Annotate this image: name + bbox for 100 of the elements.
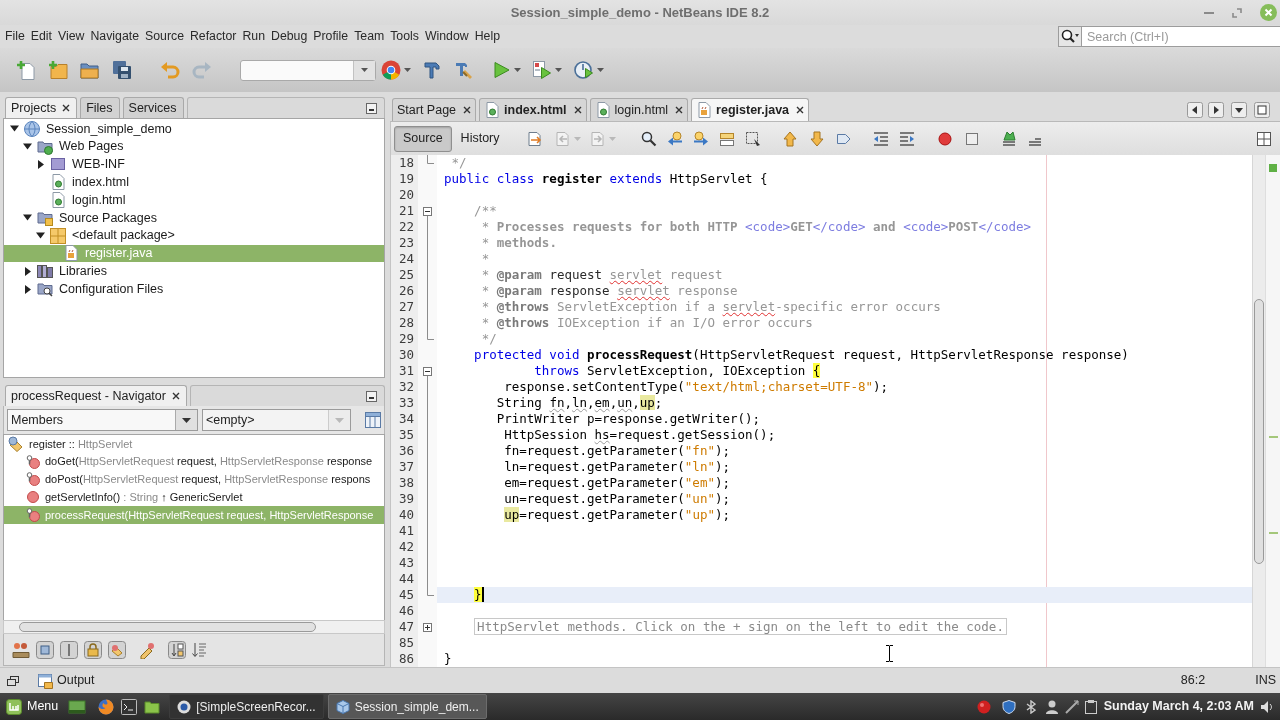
comment-icon[interactable] xyxy=(1000,130,1017,147)
caret-down-icon[interactable] xyxy=(22,142,32,152)
tree-item[interactable]: WEB-INF xyxy=(4,155,384,174)
tree-item[interactable]: Configuration Files xyxy=(4,280,384,298)
search-icon[interactable] xyxy=(1058,26,1082,47)
navigator-item[interactable]: getServletInfo() : String ↑ GenericServlet xyxy=(4,488,384,507)
indent-icon[interactable] xyxy=(898,130,915,147)
view-tab[interactable]: History xyxy=(451,125,509,152)
down-arrow-icon[interactable] xyxy=(808,130,825,147)
people-icon[interactable] xyxy=(12,640,30,659)
panel-tab[interactable]: Projects xyxy=(5,97,78,118)
volume-icon[interactable] xyxy=(1260,699,1274,714)
web-browser-icon[interactable] xyxy=(98,698,115,715)
tab-list-icon[interactable] xyxy=(1231,101,1247,118)
fold-minus-icon[interactable] xyxy=(423,206,432,216)
terminal-icon[interactable] xyxy=(121,698,138,715)
output-button[interactable]: Output xyxy=(33,669,99,692)
document-arrow-icon[interactable] xyxy=(526,130,543,147)
taskbar-button[interactable]: [SimpleScreenRecor... xyxy=(169,694,324,719)
menu-item[interactable]: Profile xyxy=(310,27,352,46)
find-previous-icon[interactable] xyxy=(666,130,683,147)
outdent-icon[interactable] xyxy=(872,130,889,147)
start-menu-button[interactable]: Menu xyxy=(0,693,67,720)
menu-item[interactable]: Edit xyxy=(27,27,56,46)
open-folder-icon[interactable] xyxy=(80,60,100,80)
document-play-icon[interactable] xyxy=(532,60,552,80)
lock-toggle-icon[interactable] xyxy=(84,640,102,659)
close-icon[interactable] xyxy=(171,392,180,400)
restore-window-icon[interactable] xyxy=(7,675,19,686)
menu-item[interactable]: Tools xyxy=(387,27,422,46)
editor-tab[interactable]: index.html xyxy=(479,98,587,121)
cable-icon[interactable] xyxy=(1064,699,1079,714)
menu-item[interactable]: File xyxy=(2,27,28,46)
layout-toggle-icon[interactable] xyxy=(365,412,381,428)
find-next-icon[interactable] xyxy=(692,130,709,147)
hammer-brush-icon[interactable] xyxy=(454,60,474,80)
fold-minus-icon[interactable] xyxy=(423,366,432,376)
tree-item[interactable]: <default package> xyxy=(4,226,384,245)
minimize-icon[interactable] xyxy=(366,102,377,114)
gauge-play-icon[interactable] xyxy=(574,60,594,80)
menu-item[interactable]: Run xyxy=(239,27,269,46)
highlight-lines-icon[interactable] xyxy=(718,130,735,147)
caret-down-icon[interactable] xyxy=(181,417,191,423)
sort-toggle-icon[interactable] xyxy=(168,640,186,659)
save-all-icon[interactable] xyxy=(112,60,132,80)
scroll-right-icon[interactable] xyxy=(1208,101,1224,118)
tree-item[interactable]: Session_simple_demo xyxy=(4,120,384,138)
record-icon[interactable] xyxy=(936,130,953,147)
shield-icon[interactable] xyxy=(1001,699,1016,714)
caret-right-icon[interactable] xyxy=(22,284,32,294)
caret-right-icon[interactable] xyxy=(22,266,32,276)
class-toggle-icon[interactable] xyxy=(108,640,126,659)
view-tab[interactable]: Source xyxy=(394,125,452,152)
up-arrow-icon[interactable] xyxy=(781,130,798,147)
menu-item[interactable]: View xyxy=(55,27,88,46)
close-icon[interactable] xyxy=(796,106,805,114)
hammer-icon[interactable] xyxy=(422,60,442,80)
vertical-scrollbar[interactable] xyxy=(1252,155,1265,667)
navigator-item[interactable]: doPost(HttpServletRequest request, HttpServletResponse respons xyxy=(4,470,384,489)
browser-icon[interactable] xyxy=(381,60,401,80)
menu-item[interactable]: Debug xyxy=(268,27,311,46)
pencil-icon[interactable] xyxy=(138,640,156,659)
minimize-icon[interactable] xyxy=(366,390,377,402)
close-icon[interactable] xyxy=(573,106,582,114)
close-icon[interactable] xyxy=(62,104,71,112)
record-icon[interactable] xyxy=(976,699,991,714)
editor-tab[interactable]: Start Page xyxy=(392,98,477,121)
user-icon[interactable] xyxy=(1045,699,1058,714)
caret-right-icon[interactable] xyxy=(35,160,45,169)
square-toggle-icon[interactable] xyxy=(36,640,54,659)
tree-item[interactable]: login.html xyxy=(4,191,384,209)
caret-down-icon[interactable] xyxy=(22,213,32,223)
scroll-left-icon[interactable] xyxy=(1187,101,1203,118)
horizontal-scrollbar[interactable] xyxy=(3,620,385,634)
tree-item[interactable]: Libraries xyxy=(4,262,384,281)
search-icon[interactable] xyxy=(640,130,657,147)
search-field[interactable]: Search (Ctrl+I) xyxy=(1082,26,1280,47)
panel-tab[interactable]: processRequest - Navigator xyxy=(5,385,187,406)
menu-item[interactable]: Team xyxy=(351,27,388,46)
split-view-icon[interactable] xyxy=(1257,131,1271,146)
clipboard-icon[interactable] xyxy=(1084,699,1097,714)
navigator-item[interactable]: doGet(HttpServletRequest request, HttpServletResponse response xyxy=(4,452,384,471)
menu-item[interactable]: Source xyxy=(142,27,187,46)
new-file-icon[interactable] xyxy=(16,60,36,80)
menu-item[interactable]: Window xyxy=(421,27,472,46)
panel-tab[interactable]: Files xyxy=(80,97,120,118)
caret-down-icon[interactable] xyxy=(9,124,19,134)
tree-item[interactable]: Web Pages xyxy=(4,137,384,156)
folder-icon[interactable] xyxy=(144,698,161,715)
maximize-window-icon[interactable] xyxy=(1254,101,1270,118)
stop-icon[interactable] xyxy=(963,130,980,147)
bar-toggle-icon[interactable] xyxy=(60,640,78,659)
show-desktop-icon[interactable] xyxy=(68,698,87,715)
tree-item[interactable]: Source Packages xyxy=(4,209,384,227)
editor-tab[interactable]: register.java xyxy=(691,98,810,121)
menu-item[interactable]: Help xyxy=(471,27,503,46)
clock[interactable]: Sunday March 4, 2:03 AM xyxy=(1103,697,1254,716)
menu-item[interactable]: Refactor xyxy=(187,27,240,46)
close-icon[interactable] xyxy=(675,106,684,114)
taskbar-button[interactable]: Session_simple_dem... xyxy=(327,694,487,719)
